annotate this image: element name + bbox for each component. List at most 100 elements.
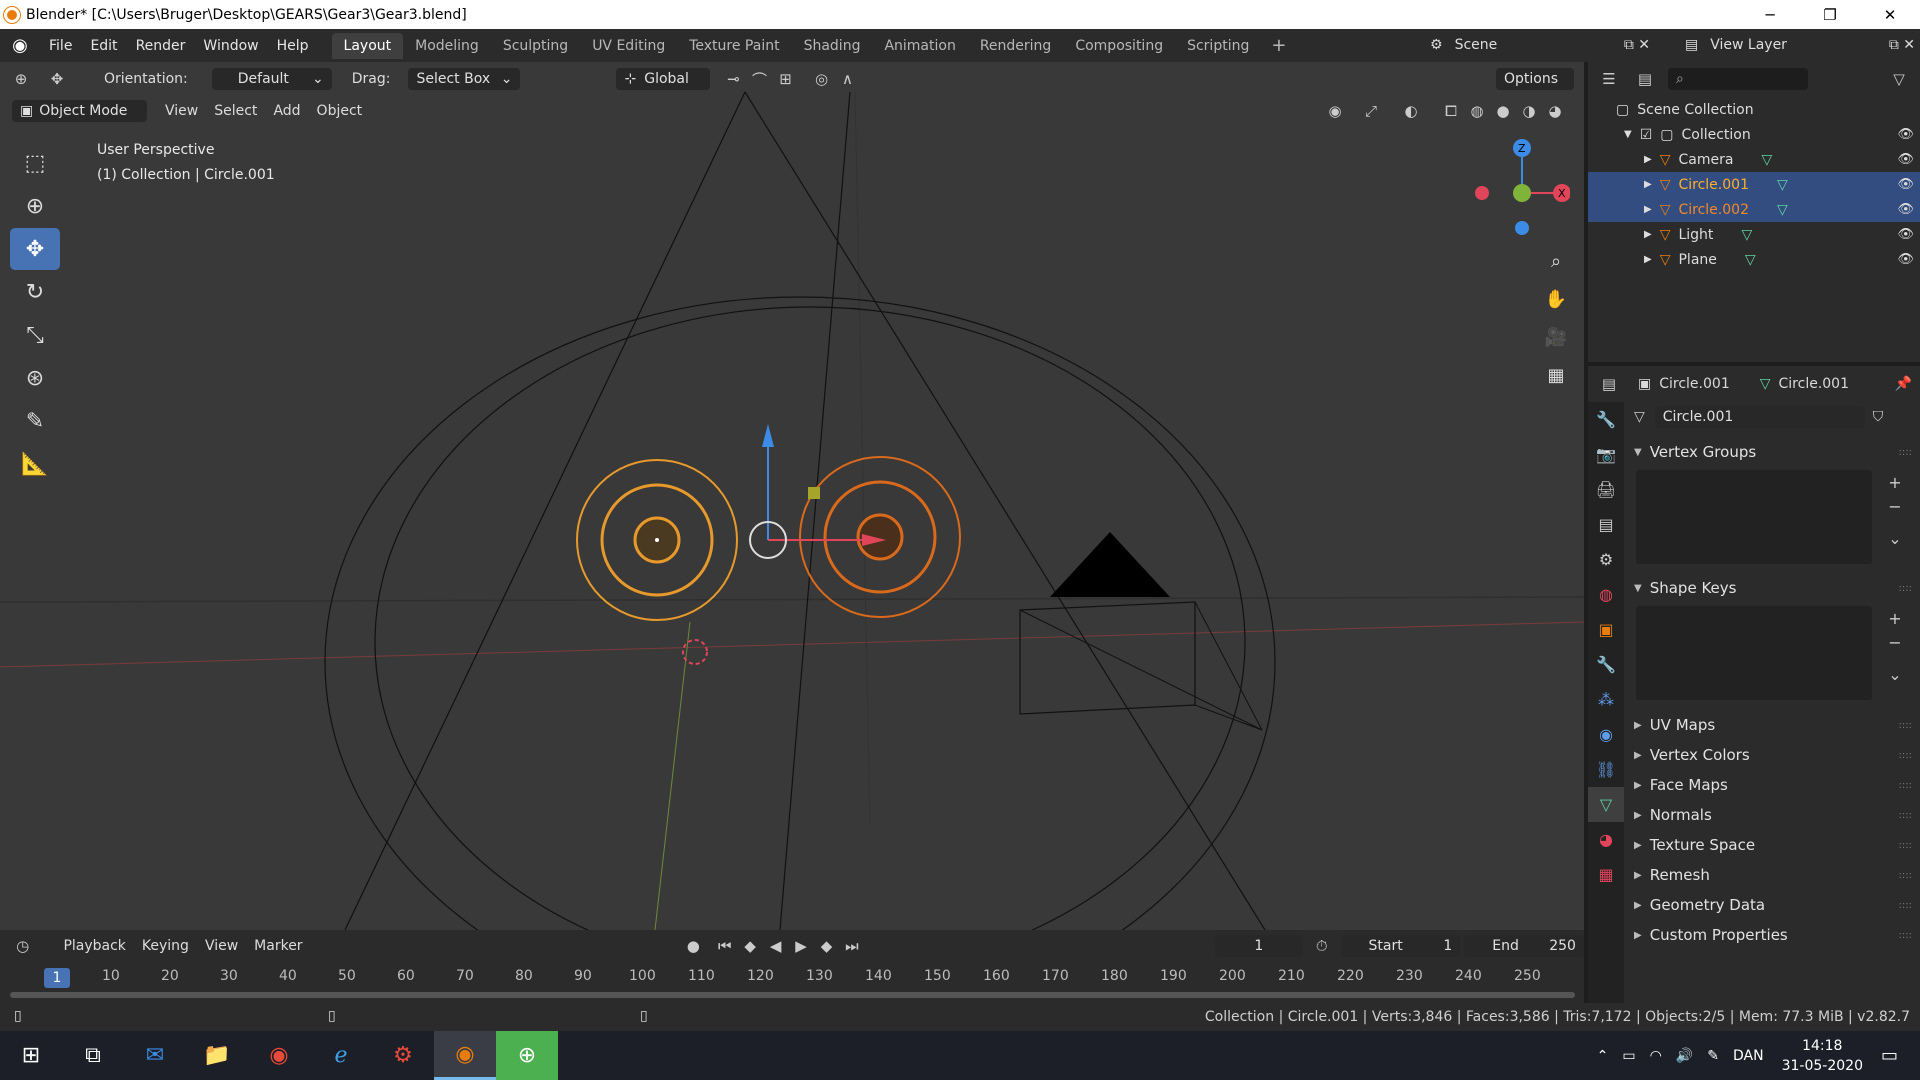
battery-icon[interactable]: ▭: [1622, 1048, 1635, 1064]
preview-range-icon[interactable]: ⏱: [1309, 935, 1334, 957]
eye-icon[interactable]: 👁: [1897, 202, 1914, 217]
new-view-layer-icon[interactable]: ⧉ ✕: [1889, 37, 1915, 53]
orientation-dropdown[interactable]: Default ⌄: [211, 68, 332, 90]
outliner-item-camera[interactable]: ▶ ▽ Camera ▽ 👁: [1588, 147, 1920, 172]
eye-icon[interactable]: 👁: [1897, 177, 1914, 192]
tab-uv-editing[interactable]: UV Editing: [580, 33, 677, 59]
tab-shading[interactable]: Shading: [792, 33, 873, 59]
menu-window[interactable]: Window: [194, 38, 267, 54]
drag-grip-icon[interactable]: ::::: [1899, 840, 1912, 851]
drag-dropdown[interactable]: Select Box ⌄: [408, 68, 521, 90]
pivot-point-icon[interactable]: ⊸: [720, 68, 746, 90]
xray-icon[interactable]: ⧠: [1438, 100, 1464, 122]
timeline-scrollbar[interactable]: [10, 992, 1575, 998]
record-icon[interactable]: ●: [681, 935, 706, 957]
pen-icon[interactable]: ✎: [1707, 1048, 1719, 1064]
tab-texture-paint[interactable]: Texture Paint: [677, 33, 791, 59]
minimize-button[interactable]: ─: [1740, 0, 1800, 29]
windows-start-icon[interactable]: ⊞: [0, 1031, 62, 1080]
rendered-shading-icon[interactable]: ◕: [1542, 100, 1568, 122]
measure-icon[interactable]: 📐: [10, 443, 60, 485]
drag-grip-icon[interactable]: ::::: [1899, 930, 1912, 941]
drag-grip-icon[interactable]: ::::: [1899, 750, 1912, 761]
gizmo-icon[interactable]: ⤢: [1358, 100, 1384, 122]
drag-grip-icon[interactable]: ::::: [1899, 720, 1912, 731]
next-keyframe-icon[interactable]: ◆: [814, 935, 839, 957]
add-workspace-button[interactable]: +: [1261, 35, 1296, 56]
panel-normals[interactable]: ▶ Normals::::: [1628, 800, 1918, 830]
drag-grip-icon[interactable]: ::::: [1899, 780, 1912, 791]
expand-arrow-icon[interactable]: ▶: [1644, 254, 1652, 265]
solid-shading-icon[interactable]: ●: [1490, 100, 1516, 122]
remove-vertex-group-button[interactable]: −: [1882, 494, 1908, 518]
wireframe-shading-icon[interactable]: ◍: [1464, 100, 1490, 122]
jump-start-icon[interactable]: ⏮: [712, 935, 737, 957]
cursor-icon[interactable]: ⊕: [10, 185, 60, 227]
mesh-datablock-icon[interactable]: ▽: [1634, 409, 1645, 425]
settings-app-icon[interactable]: ⚙: [372, 1031, 434, 1080]
rotate-icon[interactable]: ↻: [10, 271, 60, 313]
view-layer-tab-icon[interactable]: ▤: [1588, 507, 1624, 542]
texture-tab-icon[interactable]: ▦: [1588, 857, 1624, 892]
mail-icon[interactable]: ✉: [124, 1031, 186, 1080]
prev-keyframe-icon[interactable]: ◆: [737, 935, 762, 957]
particles-tab-icon[interactable]: ⁂: [1588, 682, 1624, 717]
object-data-icon[interactable]: ▽: [1745, 252, 1756, 268]
start-frame-field[interactable]: Start 1: [1340, 935, 1461, 957]
eye-icon[interactable]: 👁: [1897, 252, 1914, 267]
panel-face-maps[interactable]: ▶ Face Maps::::: [1628, 770, 1918, 800]
internet-explorer-icon[interactable]: ℯ: [310, 1031, 372, 1080]
mesh-datablock-field[interactable]: Circle.001: [1654, 406, 1865, 428]
world-tab-icon[interactable]: ◍: [1588, 577, 1624, 612]
chrome-icon[interactable]: ◉: [248, 1031, 310, 1080]
panel-texture-space[interactable]: ▶ Texture Space::::: [1628, 830, 1918, 860]
scene-selector[interactable]: ⚙ Scene ⧉ ✕: [1430, 33, 1650, 57]
clock[interactable]: 14:18 31-05-2020: [1782, 1036, 1863, 1076]
timeline-menu-keying[interactable]: Keying: [134, 938, 197, 954]
tab-layout[interactable]: Layout: [331, 32, 404, 59]
zoom-icon[interactable]: ⌕: [1540, 242, 1572, 280]
notifications-icon[interactable]: ▭: [1881, 1045, 1898, 1066]
add-vertex-group-button[interactable]: +: [1882, 470, 1908, 494]
material-tab-icon[interactable]: ◕: [1588, 822, 1624, 857]
tab-rendering[interactable]: Rendering: [968, 33, 1064, 59]
menu-file[interactable]: File: [40, 38, 81, 54]
camera-view-icon[interactable]: 🎥: [1540, 318, 1572, 356]
eye-icon[interactable]: 👁: [1897, 152, 1914, 167]
proportional-edit-icon[interactable]: ◎: [808, 68, 834, 90]
green-app-icon[interactable]: ⊕: [496, 1031, 558, 1080]
play-icon[interactable]: ▶: [788, 935, 813, 957]
expand-arrow-icon[interactable]: ▶: [1644, 154, 1652, 165]
end-frame-field[interactable]: End 250: [1464, 935, 1584, 957]
vertex-group-specials-icon[interactable]: ⌄: [1882, 526, 1908, 550]
render-tab-icon[interactable]: 📷: [1588, 437, 1624, 472]
vertex-groups-list[interactable]: [1636, 470, 1872, 564]
select-box-icon[interactable]: ⬚: [10, 142, 60, 184]
panel-vertex-colors[interactable]: ▶ Vertex Colors::::: [1628, 740, 1918, 770]
outliner-item-light[interactable]: ▶ ▽ Light ▽ 👁: [1588, 222, 1920, 247]
drag-grip-icon[interactable]: ::::: [1899, 447, 1912, 458]
viewport-menu-select[interactable]: Select: [206, 103, 265, 119]
falloff-icon[interactable]: ∧: [834, 68, 860, 90]
new-scene-icon[interactable]: ⧉ ✕: [1624, 37, 1650, 53]
chevron-up-icon[interactable]: ⌃: [1597, 1048, 1609, 1064]
tab-animation[interactable]: Animation: [872, 33, 967, 59]
display-mode-icon[interactable]: ▤: [1632, 68, 1658, 90]
transform-icon[interactable]: ⊛: [10, 357, 60, 399]
snap-target-icon[interactable]: ⊞: [772, 68, 798, 90]
view-layer-selector[interactable]: ▤ View Layer ⧉ ✕: [1685, 33, 1915, 57]
tool-tab-icon[interactable]: 🔧: [1588, 402, 1624, 437]
panel-vertex-groups[interactable]: ▼ Vertex Groups ::::: [1628, 438, 1918, 466]
drag-grip-icon[interactable]: ::::: [1899, 900, 1912, 911]
eye-icon[interactable]: 👁: [1897, 127, 1914, 142]
menu-help[interactable]: Help: [268, 38, 318, 54]
shape-key-specials-icon[interactable]: ⌄: [1882, 662, 1908, 686]
play-reverse-icon[interactable]: ◀: [763, 935, 788, 957]
timeline-ruler[interactable]: 1102030405060708090100110120130140150160…: [0, 968, 1584, 988]
viewport-menu-object[interactable]: Object: [309, 103, 371, 119]
tab-scripting[interactable]: Scripting: [1175, 33, 1261, 59]
outliner-search-input[interactable]: ⌕: [1668, 67, 1808, 90]
3d-viewport[interactable]: ⊕ ✥ Orientation: Default ⌄ Drag: Select …: [0, 62, 1584, 930]
object-data-icon[interactable]: ▽: [1741, 227, 1752, 243]
task-view-icon[interactable]: ⧉: [62, 1031, 124, 1080]
